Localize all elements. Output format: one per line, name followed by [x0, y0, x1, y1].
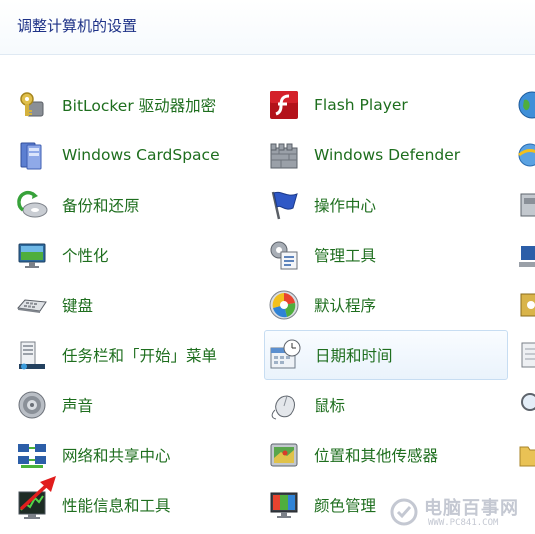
item-backup-restore[interactable]: 备份和还原	[12, 182, 257, 228]
item-label: 颜色管理	[314, 497, 377, 515]
item-label: 操作中心	[314, 197, 377, 215]
mouse-icon	[267, 388, 301, 422]
watermark: 电脑百事网 WWW.PC841.COM	[384, 490, 535, 534]
item-admin-tools[interactable]: 管理工具	[264, 232, 508, 278]
item-col3-row3[interactable]	[512, 182, 535, 228]
color-management-icon	[267, 488, 301, 522]
item-col3-row2[interactable]	[512, 132, 535, 178]
internet-options-icon	[515, 138, 535, 172]
item-label: 网络和共享中心	[62, 447, 171, 465]
location-sensors-icon	[267, 438, 301, 472]
item-action-center[interactable]: 操作中心	[264, 182, 508, 228]
watermark-text: 电脑百事网	[424, 498, 519, 519]
item-default-programs[interactable]: 默认程序	[264, 282, 508, 328]
item-label: 日期和时间	[315, 347, 393, 365]
item-label: 性能信息和工具	[62, 497, 171, 515]
window-header: 调整计算机的设置	[0, 0, 535, 55]
page-title: 调整计算机的设置	[17, 17, 138, 35]
item-col3-row8[interactable]	[512, 432, 535, 478]
item-label: 默认程序	[314, 297, 377, 315]
item-label: Windows Defender	[314, 146, 461, 164]
item-label: 位置和其他传感器	[314, 447, 439, 465]
item-label: 备份和还原	[62, 197, 140, 215]
item-sound[interactable]: 声音	[12, 382, 257, 428]
taskbar-start-menu-icon	[15, 338, 49, 372]
item-col3-row5[interactable]	[512, 282, 535, 328]
item-date-time[interactable]: 日期和时间	[264, 330, 508, 380]
personalization-icon	[15, 238, 49, 272]
cardspace-icon	[15, 138, 49, 172]
bitlocker-key-icon	[15, 88, 49, 122]
credential-manager-icon	[515, 288, 535, 322]
backup-restore-icon	[15, 188, 49, 222]
flash-player-icon	[267, 88, 301, 122]
folder-icon	[515, 438, 535, 472]
device-icon	[515, 188, 535, 222]
date-time-icon	[268, 338, 302, 372]
item-flash-player[interactable]: Flash Player	[264, 82, 508, 128]
watermark-url: WWW.PC841.COM	[428, 518, 499, 528]
admin-tools-icon	[267, 238, 301, 272]
item-mouse[interactable]: 鼠标	[264, 382, 508, 428]
item-bitlocker[interactable]: BitLocker 驱动器加密	[12, 82, 257, 128]
item-label: BitLocker 驱动器加密	[62, 97, 217, 115]
defender-castle-icon	[267, 138, 301, 172]
item-windows-defender[interactable]: Windows Defender	[264, 132, 508, 178]
item-col3-row6[interactable]	[512, 332, 535, 378]
item-personalization[interactable]: 个性化	[12, 232, 257, 278]
network-sharing-icon	[15, 438, 49, 472]
globe-icon	[515, 88, 535, 122]
item-cardspace[interactable]: Windows CardSpace	[12, 132, 257, 178]
devices-printers-icon	[515, 238, 535, 272]
item-col3-row7[interactable]	[512, 382, 535, 428]
action-center-flag-icon	[267, 188, 301, 222]
item-location-sensors[interactable]: 位置和其他传感器	[264, 432, 508, 478]
item-label: 个性化	[62, 247, 109, 265]
item-label: 任务栏和「开始」菜单	[62, 347, 218, 365]
item-label: Windows CardSpace	[62, 146, 220, 164]
keyboard-icon	[15, 288, 49, 322]
default-programs-icon	[267, 288, 301, 322]
annotation-arrow	[20, 476, 56, 510]
item-taskbar-start-menu[interactable]: 任务栏和「开始」菜单	[12, 332, 257, 378]
item-keyboard[interactable]: 键盘	[12, 282, 257, 328]
speaker-icon	[15, 388, 49, 422]
watermark-logo-icon	[390, 498, 418, 526]
item-label: 声音	[62, 397, 94, 415]
search-icon	[515, 388, 535, 422]
item-label: 鼠标	[314, 397, 346, 415]
document-icon	[515, 338, 535, 372]
item-label: 键盘	[62, 297, 94, 315]
item-label: 管理工具	[314, 247, 377, 265]
item-label: Flash Player	[314, 96, 408, 114]
item-col3-row4[interactable]	[512, 232, 535, 278]
item-col3-row1[interactable]	[512, 82, 535, 128]
